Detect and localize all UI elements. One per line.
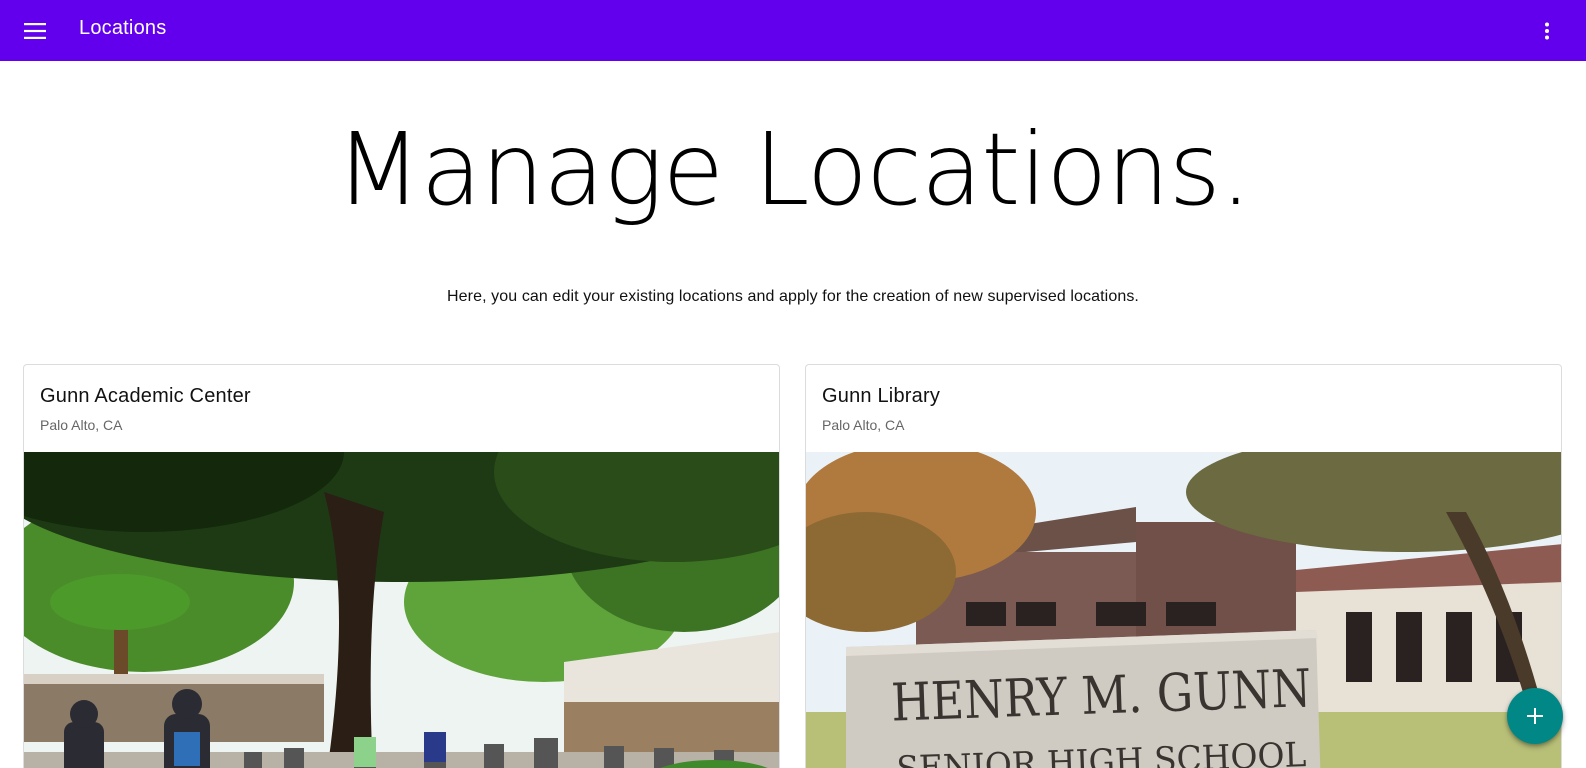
- location-card-title: Gunn Library: [822, 385, 941, 407]
- page-title: Manage Locations.: [335, 111, 1251, 228]
- location-card-subtitle: Palo Alto, CA: [40, 417, 123, 433]
- menu-button[interactable]: [20, 16, 50, 46]
- location-card-photo: HENRY M. GUNN SENIOR HIGH SCHOOL: [806, 452, 1561, 768]
- location-card-subtitle: Palo Alto, CA: [822, 417, 905, 433]
- add-icon: [1527, 708, 1543, 724]
- top-app-bar: Locations: [0, 0, 1586, 61]
- app-bar-title: Locations: [79, 17, 167, 39]
- location-card-gunn-library[interactable]: Gunn Library Palo Alto, CA HENRY M. GUNN…: [805, 364, 1562, 768]
- more-vert-icon: [1545, 22, 1549, 40]
- location-card-title: Gunn Academic Center: [40, 385, 251, 407]
- location-card-gunn-academic-center[interactable]: Gunn Academic Center Palo Alto, CA: [23, 364, 780, 768]
- add-location-button[interactable]: [1507, 688, 1563, 744]
- page-subtitle: Here, you can edit your existing locatio…: [447, 288, 1139, 305]
- more-options-button[interactable]: [1532, 16, 1562, 46]
- menu-icon: [24, 23, 46, 39]
- location-card-photo: [24, 452, 779, 768]
